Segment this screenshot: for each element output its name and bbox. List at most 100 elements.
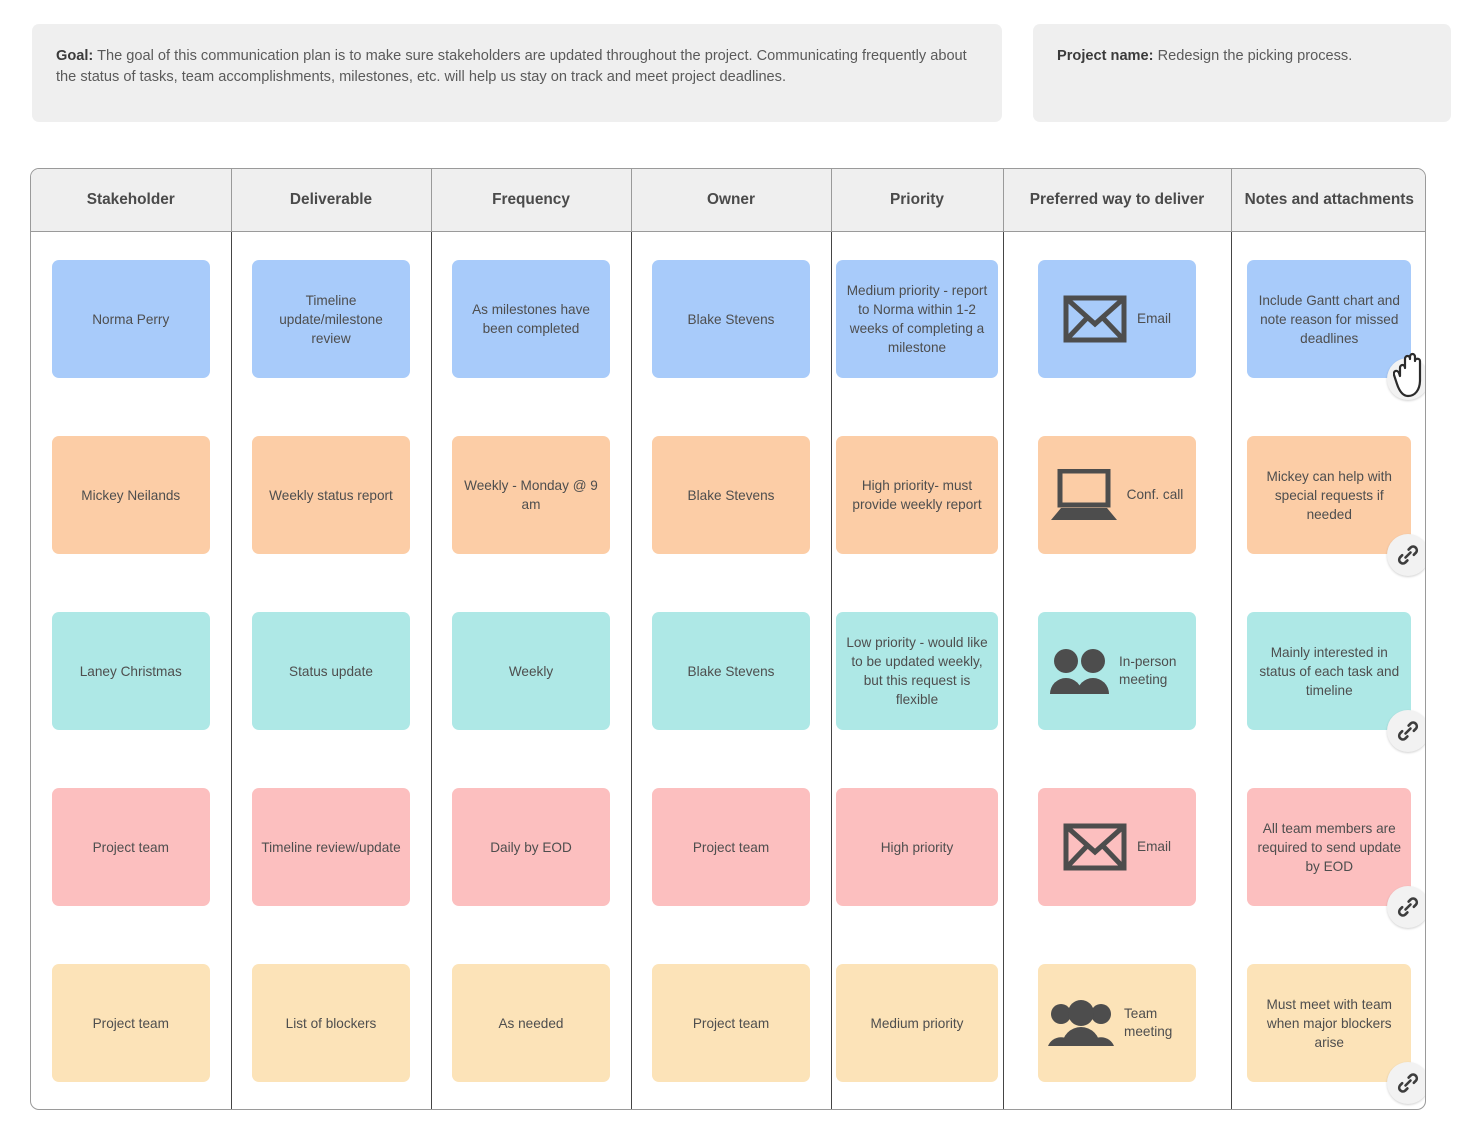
owner-chip-text: Blake Stevens bbox=[687, 487, 775, 503]
deliver-chip[interactable]: Email bbox=[1038, 260, 1196, 379]
two-people-icon bbox=[1050, 649, 1109, 694]
deliverable-chip-text: Weekly status report bbox=[269, 487, 393, 503]
notes-chip-text: Mainly interested in status of each task… bbox=[1259, 644, 1400, 698]
notes-chip[interactable]: Mickey can help with special requests if… bbox=[1247, 436, 1425, 576]
cell-owner: Blake Stevens bbox=[631, 231, 832, 407]
cell-deliverable: Timeline review/update bbox=[231, 759, 432, 935]
header-frequency: Frequency bbox=[431, 169, 632, 232]
link-icon bbox=[1398, 545, 1419, 565]
deliver-label: Email bbox=[1137, 839, 1171, 854]
cell-notes-and-attachments: All team members are required to send up… bbox=[1231, 759, 1425, 935]
project-label: Project name: bbox=[1057, 48, 1154, 64]
stakeholder-chip[interactable]: Laney Christmas bbox=[51, 612, 210, 730]
link-icon bbox=[1398, 721, 1419, 741]
cell-deliverable: Status update bbox=[231, 583, 432, 759]
table-header-row: Stakeholder Deliverable Frequency Owner … bbox=[31, 169, 1425, 232]
goal-banner: Goal: The goal of this communication pla… bbox=[32, 24, 1002, 122]
frequency-chip[interactable]: As milestones have been completed bbox=[452, 260, 610, 379]
frequency-chip[interactable]: Daily by EOD bbox=[452, 788, 610, 906]
frequency-chip[interactable]: Weekly bbox=[452, 612, 610, 730]
project-body: Redesign the picking process. bbox=[1153, 48, 1353, 64]
cell-frequency: Weekly bbox=[431, 583, 632, 759]
priority-chip[interactable]: Medium priority - report to Norma within… bbox=[836, 260, 998, 379]
cell-preferred-way-to-deliver: Email bbox=[1003, 231, 1232, 407]
cell-preferred-way-to-deliver: Team meeting bbox=[1003, 935, 1232, 1109]
priority-chip[interactable]: Low priority - would like to be updated … bbox=[836, 612, 998, 730]
deliver-chip[interactable]: In-person meeting bbox=[1038, 612, 1196, 730]
cell-frequency: As milestones have been completed bbox=[431, 231, 632, 407]
attachment-link-button[interactable] bbox=[1387, 710, 1425, 752]
owner-chip[interactable]: Blake Stevens bbox=[652, 436, 810, 554]
priority-chip-text: High priority- must provide weekly repor… bbox=[852, 478, 982, 512]
deliverable-chip[interactable]: Weekly status report bbox=[252, 436, 410, 554]
table-row: Norma Perry Timeline update/milestone rev… bbox=[31, 231, 1425, 407]
cell-frequency: Weekly - Monday @ 9 am bbox=[431, 407, 632, 583]
stakeholder-chip-text: Mickey Neilands bbox=[81, 487, 181, 503]
table-row: Laney Christmas Status update Weekly Blake … bbox=[31, 583, 1425, 759]
stakeholder-chip[interactable]: Norma Perry bbox=[51, 260, 210, 379]
table-row: Project team Timeline review/update Daily … bbox=[31, 759, 1425, 935]
owner-chip[interactable]: Blake Stevens bbox=[652, 260, 810, 379]
table-body: Norma Perry Timeline update/milestone rev… bbox=[31, 231, 1425, 1109]
owner-chip[interactable]: Blake Stevens bbox=[652, 612, 810, 730]
priority-chip-text: Medium priority - report to Norma within… bbox=[846, 283, 988, 356]
attachment-link-button[interactable] bbox=[1387, 1062, 1425, 1104]
owner-chip[interactable]: Project team bbox=[652, 964, 810, 1082]
attachment-link-button[interactable] bbox=[1387, 358, 1425, 401]
header-deliverable: Deliverable bbox=[231, 169, 432, 232]
owner-chip-text: Blake Stevens bbox=[687, 311, 775, 327]
cell-notes-and-attachments: Include Gantt chart and note reason for … bbox=[1231, 231, 1425, 407]
frequency-chip-text: Daily by EOD bbox=[490, 839, 572, 855]
notes-chip[interactable]: Include Gantt chart and note reason for … bbox=[1247, 260, 1425, 401]
stakeholder-chip[interactable]: Project team bbox=[51, 964, 210, 1082]
email-icon bbox=[1063, 823, 1127, 871]
cell-notes-and-attachments: Mickey can help with special requests if… bbox=[1231, 407, 1425, 583]
stakeholder-chip-text: Norma Perry bbox=[92, 311, 170, 327]
frequency-chip[interactable]: Weekly - Monday @ 9 am bbox=[452, 436, 610, 554]
deliverable-chip-text: List of blockers bbox=[285, 1015, 377, 1031]
deliver-chip[interactable]: Email bbox=[1038, 788, 1196, 906]
frequency-chip-text: As needed bbox=[498, 1015, 564, 1031]
cell-frequency: Daily by EOD bbox=[431, 759, 632, 935]
project-name-banner: Project name: Redesign the picking proce… bbox=[1033, 24, 1451, 122]
communication-plan-table-wrapper: Stakeholder Deliverable Frequency Owner … bbox=[30, 168, 1426, 1110]
notes-chip[interactable]: All team members are required to send up… bbox=[1247, 788, 1425, 928]
info-banners: Goal: The goal of this communication pla… bbox=[32, 24, 1451, 122]
frequency-chip-text: Weekly - Monday @ 9 am bbox=[464, 478, 598, 512]
priority-chip[interactable]: High priority bbox=[836, 788, 998, 906]
table-row: Project team List of blockers As needed Pro… bbox=[31, 935, 1425, 1109]
deliver-chip[interactable]: Team meeting bbox=[1038, 964, 1196, 1082]
deliverable-chip[interactable]: List of blockers bbox=[252, 964, 410, 1082]
priority-chip-text: Low priority - would like to be updated … bbox=[846, 635, 988, 707]
deliverable-chip[interactable]: Timeline update/milestone review bbox=[252, 260, 410, 379]
cell-stakeholder: Laney Christmas bbox=[31, 583, 232, 759]
owner-chip-text: Blake Stevens bbox=[687, 663, 775, 679]
stakeholder-chip[interactable]: Mickey Neilands bbox=[51, 436, 210, 554]
cell-stakeholder: Norma Perry bbox=[31, 231, 232, 407]
cell-deliverable: Timeline update/milestone review bbox=[231, 231, 432, 407]
frequency-chip[interactable]: As needed bbox=[452, 964, 610, 1082]
header-priority: Priority bbox=[831, 169, 1004, 232]
owner-chip[interactable]: Project team bbox=[652, 788, 810, 906]
cell-notes-and-attachments: Must meet with team when major blockers … bbox=[1231, 935, 1425, 1109]
stakeholder-chip[interactable]: Project team bbox=[51, 788, 210, 906]
attachment-link-button[interactable] bbox=[1387, 886, 1425, 928]
cell-owner: Blake Stevens bbox=[631, 407, 832, 583]
deliverable-chip[interactable]: Timeline review/update bbox=[252, 788, 410, 906]
cell-deliverable: Weekly status report bbox=[231, 407, 432, 583]
cell-stakeholder: Project team bbox=[31, 935, 232, 1109]
cell-owner: Project team bbox=[631, 759, 832, 935]
priority-chip[interactable]: Medium priority bbox=[836, 964, 998, 1082]
header-notes-and-attachments: Notes and attachments bbox=[1231, 169, 1425, 232]
deliverable-chip[interactable]: Status update bbox=[252, 612, 410, 730]
notes-chip-text: Must meet with team when major blockers … bbox=[1266, 996, 1392, 1050]
attachment-link-button[interactable] bbox=[1387, 534, 1425, 576]
goal-text: Goal: The goal of this communication pla… bbox=[56, 46, 978, 88]
three-people-icon bbox=[1048, 1000, 1114, 1046]
stakeholder-chip-text: Project team bbox=[92, 839, 169, 855]
notes-chip[interactable]: Mainly interested in status of each task… bbox=[1247, 612, 1425, 752]
notes-chip[interactable]: Must meet with team when major blockers … bbox=[1247, 964, 1425, 1104]
cell-priority: Low priority - would like to be updated … bbox=[831, 583, 1004, 759]
priority-chip[interactable]: High priority- must provide weekly repor… bbox=[836, 436, 998, 554]
deliver-chip[interactable]: Conf. call bbox=[1038, 436, 1196, 554]
